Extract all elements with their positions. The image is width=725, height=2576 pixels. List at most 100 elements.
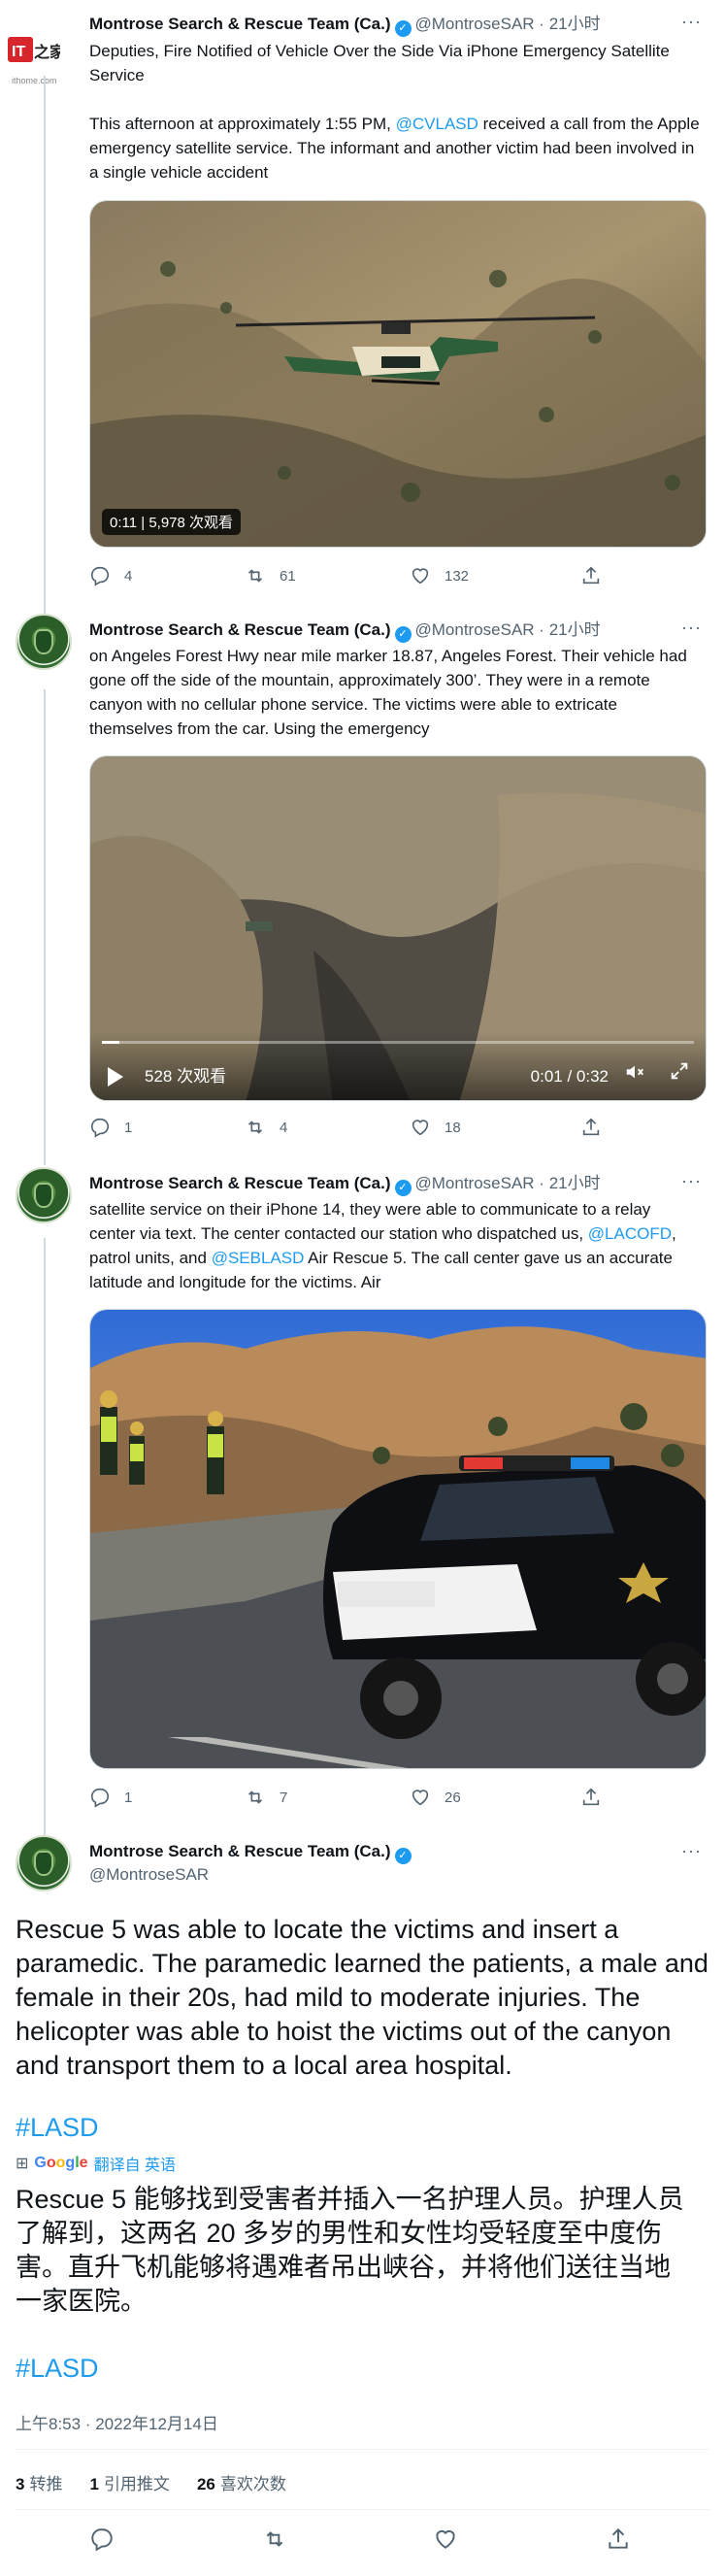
heart-icon bbox=[412, 568, 429, 585]
like-count: 26 bbox=[445, 1789, 461, 1806]
reply-button[interactable]: 1 bbox=[89, 1117, 132, 1138]
tweet-time[interactable]: 21小时 bbox=[549, 620, 601, 639]
likes-stat[interactable]: 26 喜欢次数 bbox=[197, 2470, 286, 2494]
share-icon bbox=[582, 1118, 600, 1136]
tweet-actions: 1 4 18 bbox=[89, 1117, 672, 1140]
like-button[interactable]: 18 bbox=[410, 1117, 461, 1138]
share-button[interactable] bbox=[580, 1117, 602, 1138]
video-duration-badge: 0:11 | 5,978 次观看 bbox=[102, 509, 242, 535]
tweet-actions: 4 61 132 bbox=[89, 565, 672, 588]
share-icon bbox=[582, 566, 600, 585]
author-handle[interactable]: @MontroseSAR bbox=[89, 1864, 209, 1886]
tweet-text: satellite service on their iPhone 14, th… bbox=[89, 1200, 676, 1291]
more-options-icon[interactable]: ··· bbox=[681, 618, 702, 638]
like-count: 132 bbox=[445, 567, 470, 585]
author-handle[interactable]: @MontroseSAR bbox=[415, 1174, 535, 1192]
quotes-stat[interactable]: 1 引用推文 bbox=[89, 2470, 169, 2494]
main-tweet-actions bbox=[0, 2519, 725, 2558]
more-options-icon[interactable]: ··· bbox=[681, 1841, 702, 1861]
hashtag-link[interactable]: #LASD bbox=[16, 2354, 99, 2384]
fullscreen-icon[interactable] bbox=[669, 1060, 690, 1087]
tweet-text: on Angeles Forest Hwy near mile marker 1… bbox=[89, 647, 687, 738]
more-options-icon[interactable]: ··· bbox=[681, 1171, 702, 1191]
author-name[interactable]: Montrose Search & Rescue Team (Ca.) bbox=[89, 620, 391, 639]
reply-button[interactable]: 4 bbox=[89, 565, 132, 586]
tweet-header: Montrose Search & Rescue Team (Ca.) ✓ @Mon… bbox=[89, 14, 601, 37]
share-button[interactable] bbox=[580, 1787, 602, 1808]
tweet-time[interactable]: 21小时 bbox=[549, 15, 601, 33]
divider bbox=[16, 2509, 709, 2510]
retweet-icon[interactable] bbox=[262, 2526, 287, 2552]
avatar[interactable] bbox=[16, 614, 72, 670]
avatar[interactable] bbox=[16, 1835, 72, 1891]
author-name[interactable]: Montrose Search & Rescue Team (Ca.) bbox=[89, 1842, 391, 1860]
video-helicopter[interactable]: 0:11 | 5,978 次观看 bbox=[89, 200, 707, 548]
reply-count: 1 bbox=[124, 1789, 133, 1806]
retweet-icon bbox=[247, 1121, 263, 1134]
video-progress-bar[interactable] bbox=[102, 1041, 694, 1044]
share-icon[interactable] bbox=[606, 2526, 631, 2552]
tweet-text: Deputies, Fire Notified of Vehicle Over … bbox=[89, 42, 700, 182]
tweet-1[interactable]: Montrose Search & Rescue Team (Ca.) ✓ @Mon… bbox=[0, 0, 725, 621]
tweet-header: Montrose Search & Rescue Team (Ca.) ✓ @Mon… bbox=[89, 619, 601, 643]
heart-icon bbox=[412, 1120, 429, 1136]
main-tweet-author: Montrose Search & Rescue Team (Ca.) ✓ bbox=[89, 1841, 415, 1864]
reply-count: 1 bbox=[124, 1119, 133, 1136]
reply-count: 4 bbox=[124, 567, 133, 585]
tweet-time[interactable]: 21小时 bbox=[549, 1174, 601, 1192]
like-button[interactable]: 26 bbox=[410, 1787, 461, 1808]
reply-icon bbox=[90, 1118, 110, 1138]
video-canyon[interactable]: 528 次观看 0:01 / 0:32 bbox=[89, 755, 707, 1101]
mention-link[interactable]: @LACOFD bbox=[588, 1224, 672, 1243]
main-tweet: Montrose Search & Rescue Team (Ca.) ✓ @Mo… bbox=[0, 1835, 725, 2576]
heart-icon bbox=[412, 1790, 429, 1806]
helicopter-image bbox=[90, 201, 706, 547]
translated-text: Rescue 5 能够找到受害者并插入一名护理人员。护理人员了解到，这两名 20… bbox=[16, 2185, 684, 2316]
like-button[interactable]: 132 bbox=[410, 565, 469, 586]
tweet-actions: 1 7 26 bbox=[89, 1787, 672, 1810]
verified-icon: ✓ bbox=[394, 1180, 412, 1196]
like-count: 18 bbox=[445, 1119, 461, 1136]
avatar[interactable] bbox=[16, 1167, 72, 1223]
tweet-header: Montrose Search & Rescue Team (Ca.) ✓ @Mon… bbox=[89, 1173, 601, 1196]
more-options-icon[interactable]: ··· bbox=[681, 12, 702, 32]
engagement-stats: 3 转推 1 引用推文 26 喜欢次数 bbox=[16, 2470, 286, 2494]
reply-icon bbox=[90, 566, 110, 586]
tweet-3[interactable]: Montrose Search & Rescue Team (Ca.) ✓ @Mon… bbox=[0, 1165, 725, 1845]
verified-icon: ✓ bbox=[394, 626, 412, 643]
heart-icon[interactable] bbox=[433, 2526, 458, 2552]
globe-icon: ⊞ bbox=[16, 2156, 29, 2172]
google-logo: Google bbox=[34, 2155, 88, 2171]
hashtag-link[interactable]: #LASD bbox=[16, 2113, 99, 2143]
retweet-count: 7 bbox=[280, 1789, 288, 1806]
reply-icon bbox=[90, 1788, 110, 1808]
retweet-count: 4 bbox=[280, 1119, 288, 1136]
translation-attribution: ⊞ Google 翻译自 英语 bbox=[16, 2152, 176, 2175]
mention-link[interactable]: @CVLASD bbox=[396, 115, 478, 133]
retweet-button[interactable]: 4 bbox=[245, 1117, 287, 1138]
mute-icon[interactable] bbox=[624, 1061, 645, 1087]
author-name[interactable]: Montrose Search & Rescue Team (Ca.) bbox=[89, 15, 391, 33]
author-name[interactable]: Montrose Search & Rescue Team (Ca.) bbox=[89, 1174, 391, 1192]
tweet-timestamp[interactable]: 上午8:53 · 2022年12月14日 bbox=[16, 2410, 218, 2434]
patrol-car-image bbox=[90, 1310, 706, 1768]
translated-from-link[interactable]: 翻译自 英语 bbox=[94, 2152, 176, 2175]
tweet-2[interactable]: Montrose Search & Rescue Team (Ca.) ✓ @Mon… bbox=[0, 612, 725, 1165]
retweet-button[interactable]: 61 bbox=[245, 565, 296, 586]
author-handle[interactable]: @MontroseSAR bbox=[415, 620, 535, 639]
author-handle[interactable]: @MontroseSAR bbox=[415, 15, 535, 33]
reply-icon[interactable] bbox=[89, 2526, 115, 2552]
photo-patrol-car[interactable] bbox=[89, 1309, 707, 1769]
video-time: 0:01 / 0:32 bbox=[530, 1067, 609, 1086]
divider bbox=[16, 2449, 709, 2450]
reply-button[interactable]: 1 bbox=[89, 1787, 132, 1808]
play-button[interactable] bbox=[108, 1067, 123, 1087]
verified-icon: ✓ bbox=[394, 20, 412, 37]
retweet-icon bbox=[247, 1790, 263, 1804]
retweets-stat[interactable]: 3 转推 bbox=[16, 2470, 62, 2494]
share-button[interactable] bbox=[580, 565, 602, 586]
mention-link[interactable]: @SEBLASD bbox=[212, 1249, 305, 1267]
retweet-icon bbox=[247, 569, 263, 583]
main-tweet-text: Rescue 5 was able to locate the victims … bbox=[16, 1915, 709, 2080]
retweet-button[interactable]: 7 bbox=[245, 1787, 287, 1808]
